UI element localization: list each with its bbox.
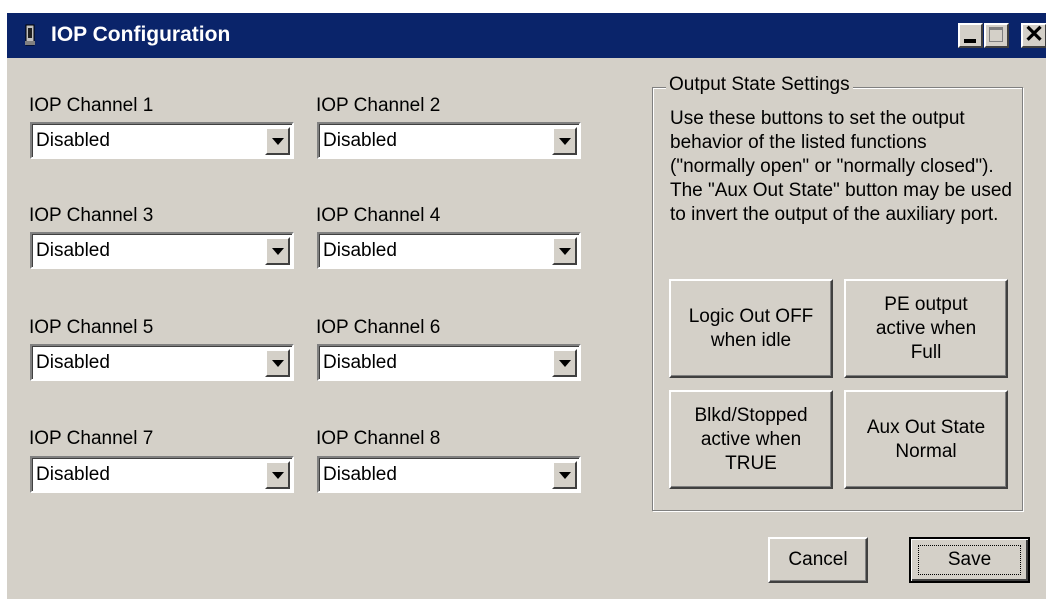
logic-out-button[interactable]: Logic Out OFF when idle xyxy=(669,279,833,378)
channel-2-select[interactable]: Disabled xyxy=(317,122,581,159)
channel-7-value: Disabled xyxy=(36,464,110,485)
channel-3-select[interactable]: Disabled xyxy=(30,232,294,269)
channel-7-label: IOP Channel 7 xyxy=(29,428,154,449)
channel-5-select[interactable]: Disabled xyxy=(30,344,294,381)
minimize-button[interactable] xyxy=(958,23,983,48)
app-icon xyxy=(25,24,35,46)
pe-output-label: PE output active when Full xyxy=(876,293,976,365)
blkd-stopped-label-line: active when xyxy=(700,428,802,450)
chevron-down-icon[interactable] xyxy=(265,349,290,377)
channel-1-select[interactable]: Disabled xyxy=(30,122,294,159)
channel-5-label: IOP Channel 5 xyxy=(29,317,154,338)
output-state-title: Output State Settings xyxy=(666,74,853,96)
blkd-stopped-label-line: TRUE xyxy=(725,452,777,474)
iop-configuration-window: IOP Configuration ✕ IOP Channel 1 Disabl… xyxy=(7,13,1046,599)
logic-out-label: Logic Out OFF when idle xyxy=(689,305,814,353)
channel-6-value: Disabled xyxy=(323,352,397,373)
blkd-stopped-button[interactable]: Blkd/Stopped active when TRUE xyxy=(669,390,833,489)
channel-2-value: Disabled xyxy=(323,130,397,151)
save-button[interactable]: Save xyxy=(909,537,1030,583)
channel-8-label: IOP Channel 8 xyxy=(316,428,441,449)
blkd-stopped-label: Blkd/Stopped active when TRUE xyxy=(694,404,807,476)
chevron-down-icon[interactable] xyxy=(265,461,290,489)
aux-out-state-button[interactable]: Aux Out State Normal xyxy=(844,390,1008,489)
aux-out-state-label-line: Aux Out State xyxy=(866,416,986,438)
channel-2-label: IOP Channel 2 xyxy=(316,95,441,116)
pe-output-label-line: PE output xyxy=(884,293,968,315)
pe-output-button[interactable]: PE output active when Full xyxy=(844,279,1008,378)
channel-8-value: Disabled xyxy=(323,464,397,485)
blkd-stopped-label-line: Blkd/Stopped xyxy=(694,404,808,426)
channel-4-value: Disabled xyxy=(323,240,397,261)
channel-6-select[interactable]: Disabled xyxy=(317,344,581,381)
close-button[interactable]: ✕ xyxy=(1021,21,1046,48)
aux-out-state-label: Aux Out State Normal xyxy=(867,416,985,464)
cancel-button[interactable]: Cancel xyxy=(768,537,868,583)
pe-output-label-line: Full xyxy=(910,341,942,363)
channel-4-label: IOP Channel 4 xyxy=(316,205,441,226)
channel-6-label: IOP Channel 6 xyxy=(316,317,441,338)
chevron-down-icon[interactable] xyxy=(552,461,577,489)
channel-3-value: Disabled xyxy=(36,240,110,261)
chevron-down-icon[interactable] xyxy=(552,237,577,265)
channel-8-select[interactable]: Disabled xyxy=(317,456,581,493)
focus-rectangle xyxy=(918,545,1021,575)
window-title: IOP Configuration xyxy=(51,23,231,46)
chevron-down-icon[interactable] xyxy=(552,349,577,377)
chevron-down-icon[interactable] xyxy=(265,237,290,265)
aux-out-state-label-line: Normal xyxy=(895,440,957,462)
chevron-down-icon[interactable] xyxy=(265,127,290,155)
channel-4-select[interactable]: Disabled xyxy=(317,232,581,269)
logic-out-label-line: Logic Out OFF xyxy=(688,305,814,327)
maximize-button[interactable] xyxy=(984,23,1009,48)
channel-7-select[interactable]: Disabled xyxy=(30,456,294,493)
title-bar[interactable]: IOP Configuration ✕ xyxy=(7,13,1046,58)
channel-1-label: IOP Channel 1 xyxy=(29,95,154,116)
close-icon: ✕ xyxy=(1023,21,1045,48)
channel-5-value: Disabled xyxy=(36,352,110,373)
pe-output-label-line: active when xyxy=(875,317,977,339)
channel-1-value: Disabled xyxy=(36,130,110,151)
output-state-description: Use these buttons to set the output beha… xyxy=(670,108,1012,225)
logic-out-label-line: when idle xyxy=(710,329,792,351)
chevron-down-icon[interactable] xyxy=(552,127,577,155)
channel-3-label: IOP Channel 3 xyxy=(29,205,154,226)
